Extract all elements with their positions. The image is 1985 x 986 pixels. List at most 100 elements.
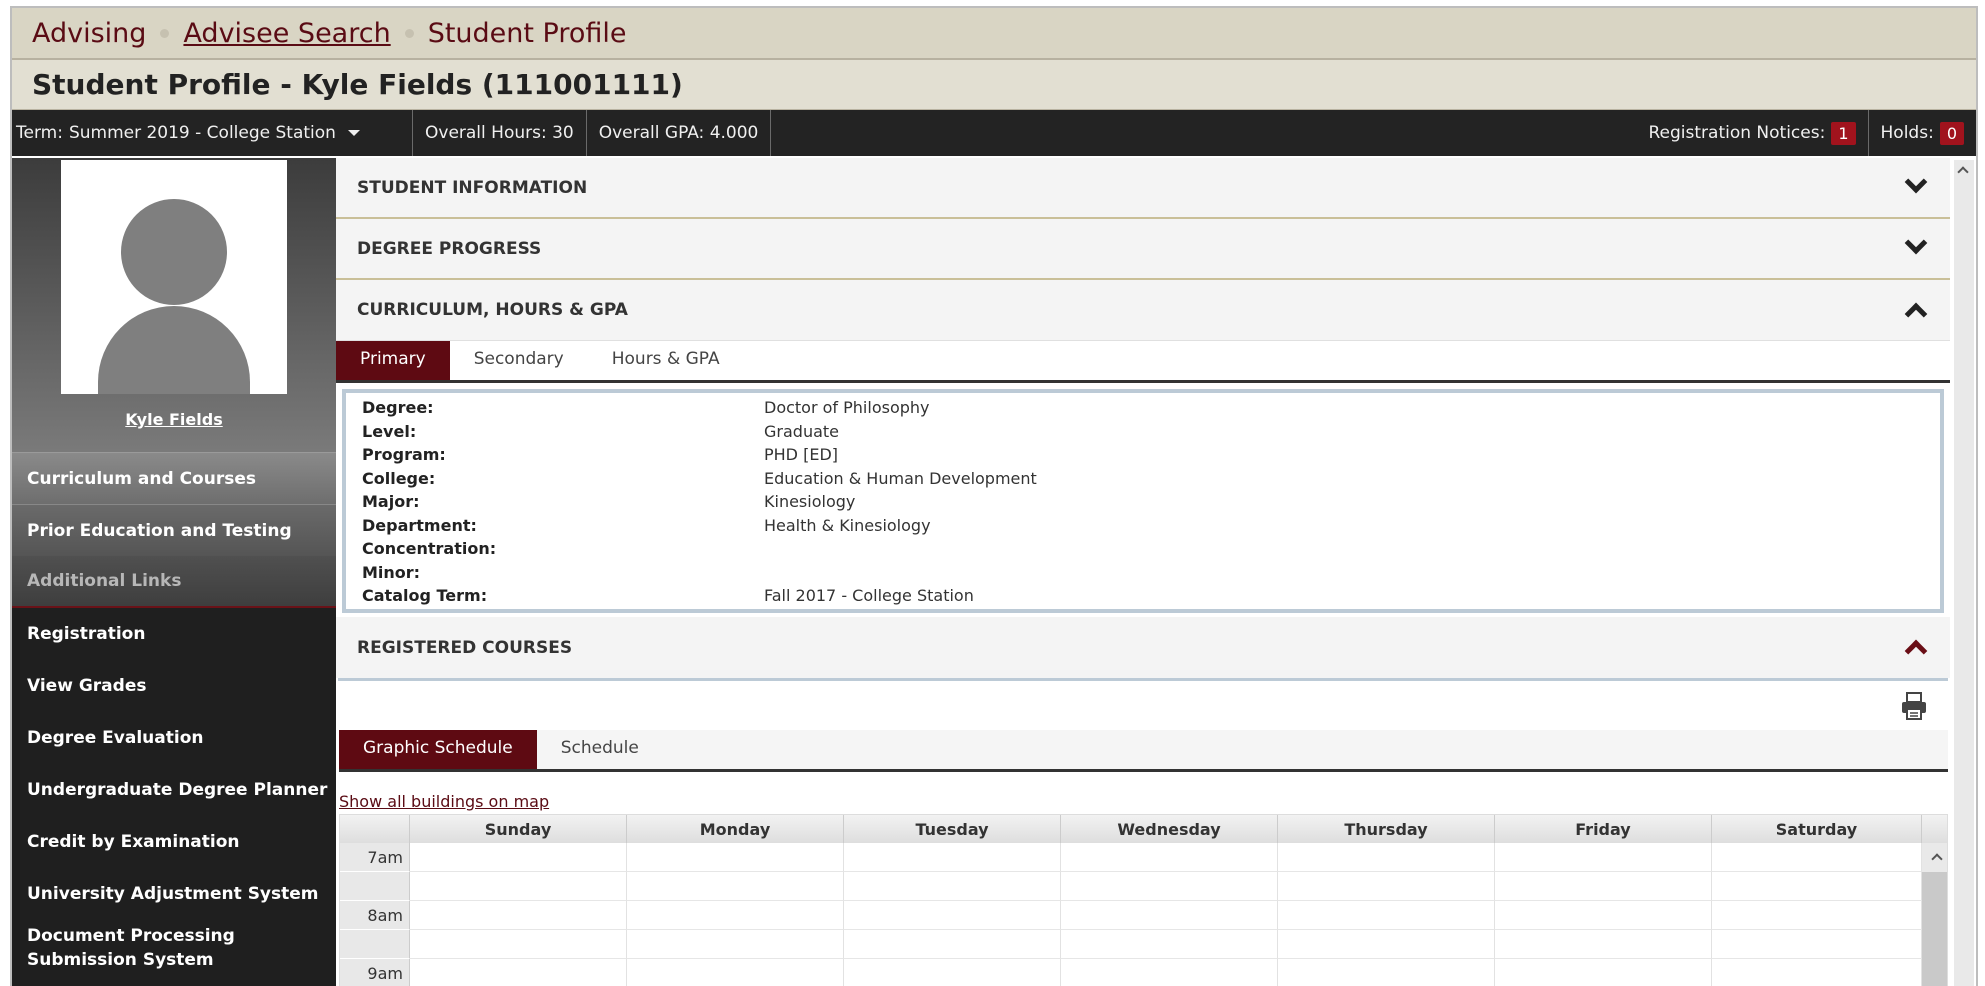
- avatar-head-icon: [118, 196, 230, 308]
- breadcrumb-advising: Advising: [32, 17, 147, 49]
- registration-notices-label: Registration Notices:: [1648, 123, 1826, 143]
- show-buildings-map-link[interactable]: Show all buildings on map: [336, 792, 1950, 814]
- chevron-down-icon[interactable]: [1904, 170, 1928, 194]
- info-row: Concentration:: [362, 537, 1924, 561]
- student-name-link[interactable]: Kyle Fields: [12, 410, 336, 429]
- section-title: REGISTERED COURSES: [357, 637, 573, 658]
- info-row: Catalog Term: Fall 2017 - College Station: [362, 584, 1924, 608]
- day-header: Sunday: [410, 815, 627, 843]
- day-header: Friday: [1495, 815, 1712, 843]
- sidebar-item-document-processing[interactable]: Document Processing Submission System: [12, 920, 336, 976]
- info-label: Concentration:: [362, 539, 497, 559]
- info-row: College: Education & Human Development: [362, 467, 1924, 491]
- tab-hours-gpa[interactable]: Hours & GPA: [588, 338, 744, 380]
- time-label: 7am: [340, 843, 410, 872]
- app-frame: Advising Advisee Search Student Profile …: [10, 6, 1978, 986]
- breadcrumb-separator: [404, 28, 414, 38]
- tab-graphic-schedule[interactable]: Graphic Schedule: [339, 727, 537, 769]
- breadcrumb-separator: [160, 28, 170, 38]
- day-header: Saturday: [1712, 815, 1922, 843]
- sidebar-item-registration[interactable]: Registration: [12, 608, 336, 660]
- time-label: 8am: [340, 901, 410, 930]
- avatar-body-icon: [98, 306, 250, 394]
- holds-label: Holds:: [1880, 123, 1934, 143]
- info-label: Department:: [362, 515, 477, 535]
- tab-secondary[interactable]: Secondary: [450, 338, 588, 380]
- registration-notices-badge: 1: [1831, 121, 1856, 145]
- scroll-up-icon[interactable]: [1957, 166, 1969, 178]
- section-registered-courses[interactable]: REGISTERED COURSES: [336, 617, 1950, 678]
- profile-area: Kyle Fields: [12, 158, 336, 452]
- section-title: DEGREE PROGRESS: [357, 238, 542, 259]
- registration-notices[interactable]: Registration Notices: 1: [1637, 110, 1868, 156]
- term-selector[interactable]: Term: Summer 2019 - College Station: [12, 110, 412, 156]
- curriculum-tabs: Primary Secondary Hours & GPA: [336, 338, 1950, 383]
- overall-hours: Overall Hours: 30: [412, 110, 586, 156]
- info-row: Major: Kinesiology: [362, 490, 1924, 514]
- info-label: Degree:: [362, 398, 434, 418]
- curriculum-info: Degree: Doctor of Philosophy Level: Gradua…: [342, 389, 1944, 613]
- sidebar: Kyle Fields Curriculum and Courses Prior…: [12, 158, 336, 986]
- info-label: Program:: [362, 445, 446, 465]
- sidebar-item-prior-education[interactable]: Prior Education and Testing: [12, 504, 336, 556]
- avatar: [61, 160, 287, 394]
- scroll-up-icon[interactable]: [1931, 853, 1943, 865]
- info-value: Health & Kinesiology: [764, 515, 931, 535]
- tab-primary[interactable]: Primary: [336, 338, 450, 380]
- caret-down-icon: [347, 130, 360, 136]
- chevron-up-icon[interactable]: [1904, 639, 1928, 663]
- info-value: Doctor of Philosophy: [764, 398, 930, 418]
- day-header: Wednesday: [1061, 815, 1278, 843]
- info-value: Kinesiology: [764, 492, 856, 512]
- tab-schedule[interactable]: Schedule: [537, 727, 663, 769]
- info-label: College:: [362, 468, 436, 488]
- holds[interactable]: Holds: 0: [1867, 110, 1976, 156]
- time-row: 7am: [340, 843, 1947, 872]
- day-header: Thursday: [1278, 815, 1495, 843]
- print-icon[interactable]: [1900, 691, 1928, 721]
- info-label: Catalog Term:: [362, 586, 488, 606]
- schedule-scrollbar[interactable]: [1922, 843, 1947, 872]
- sidebar-item-curriculum-and-courses[interactable]: Curriculum and Courses: [12, 452, 336, 504]
- breadcrumb-student-profile: Student Profile: [427, 17, 627, 49]
- graphic-schedule: Sunday Monday Tuesday Wednesday Thursday…: [339, 814, 1948, 986]
- info-row: Minor:: [362, 561, 1924, 585]
- content-pane: STUDENT INFORMATION DEGREE PROGRESS CURR…: [336, 158, 1976, 986]
- breadcrumb: Advising Advisee Search Student Profile: [12, 8, 1976, 60]
- sidebar-item-university-adjustment[interactable]: University Adjustment System: [12, 868, 336, 920]
- info-value: Education & Human Development: [764, 468, 1037, 488]
- info-label: Minor:: [362, 562, 421, 582]
- info-label: Major:: [362, 492, 420, 512]
- sidebar-item-degree-evaluation[interactable]: Degree Evaluation: [12, 712, 336, 764]
- time-row: 9am: [340, 959, 1947, 986]
- sidebar-item-credit-by-examination[interactable]: Credit by Examination: [12, 816, 336, 868]
- info-row: Degree: Doctor of Philosophy: [362, 396, 1924, 420]
- info-value: Fall 2017 - College Station: [764, 586, 974, 606]
- page-title: Student Profile - Kyle Fields (111001111…: [12, 60, 1976, 110]
- time-row: [340, 872, 1947, 901]
- section-title: STUDENT INFORMATION: [357, 177, 588, 198]
- section-degree-progress[interactable]: DEGREE PROGRESS: [336, 219, 1950, 280]
- info-value: PHD [ED]: [764, 445, 838, 465]
- schedule-header: Sunday Monday Tuesday Wednesday Thursday…: [340, 815, 1947, 843]
- page-scrollbar[interactable]: [1954, 160, 1974, 986]
- breadcrumb-advisee-search-link[interactable]: Advisee Search: [183, 18, 390, 49]
- time-row: 8am: [340, 901, 1947, 930]
- section-title: CURRICULUM, HOURS & GPA: [357, 300, 628, 320]
- term-label: Term:: [16, 123, 63, 143]
- time-label: [340, 872, 410, 901]
- info-label: Level:: [362, 421, 417, 441]
- schedule-tabs: Graphic Schedule Schedule: [339, 727, 1948, 772]
- sidebar-item-additional-links: Additional Links: [12, 556, 336, 608]
- schedule-body: 7am 8am 9am: [340, 843, 1947, 986]
- sidebar-item-view-grades[interactable]: View Grades: [12, 660, 336, 712]
- status-bar: Term: Summer 2019 - College Station Over…: [12, 110, 1976, 156]
- section-student-information[interactable]: STUDENT INFORMATION: [336, 158, 1950, 219]
- sidebar-item-degree-planner[interactable]: Undergraduate Degree Planner: [12, 764, 336, 816]
- overall-gpa: Overall GPA: 4.000: [585, 110, 772, 156]
- section-curriculum[interactable]: CURRICULUM, HOURS & GPA: [336, 280, 1950, 341]
- time-label: [340, 930, 410, 959]
- chevron-down-icon[interactable]: [1904, 231, 1928, 255]
- day-header: Tuesday: [844, 815, 1061, 843]
- chevron-up-icon[interactable]: [1904, 302, 1928, 326]
